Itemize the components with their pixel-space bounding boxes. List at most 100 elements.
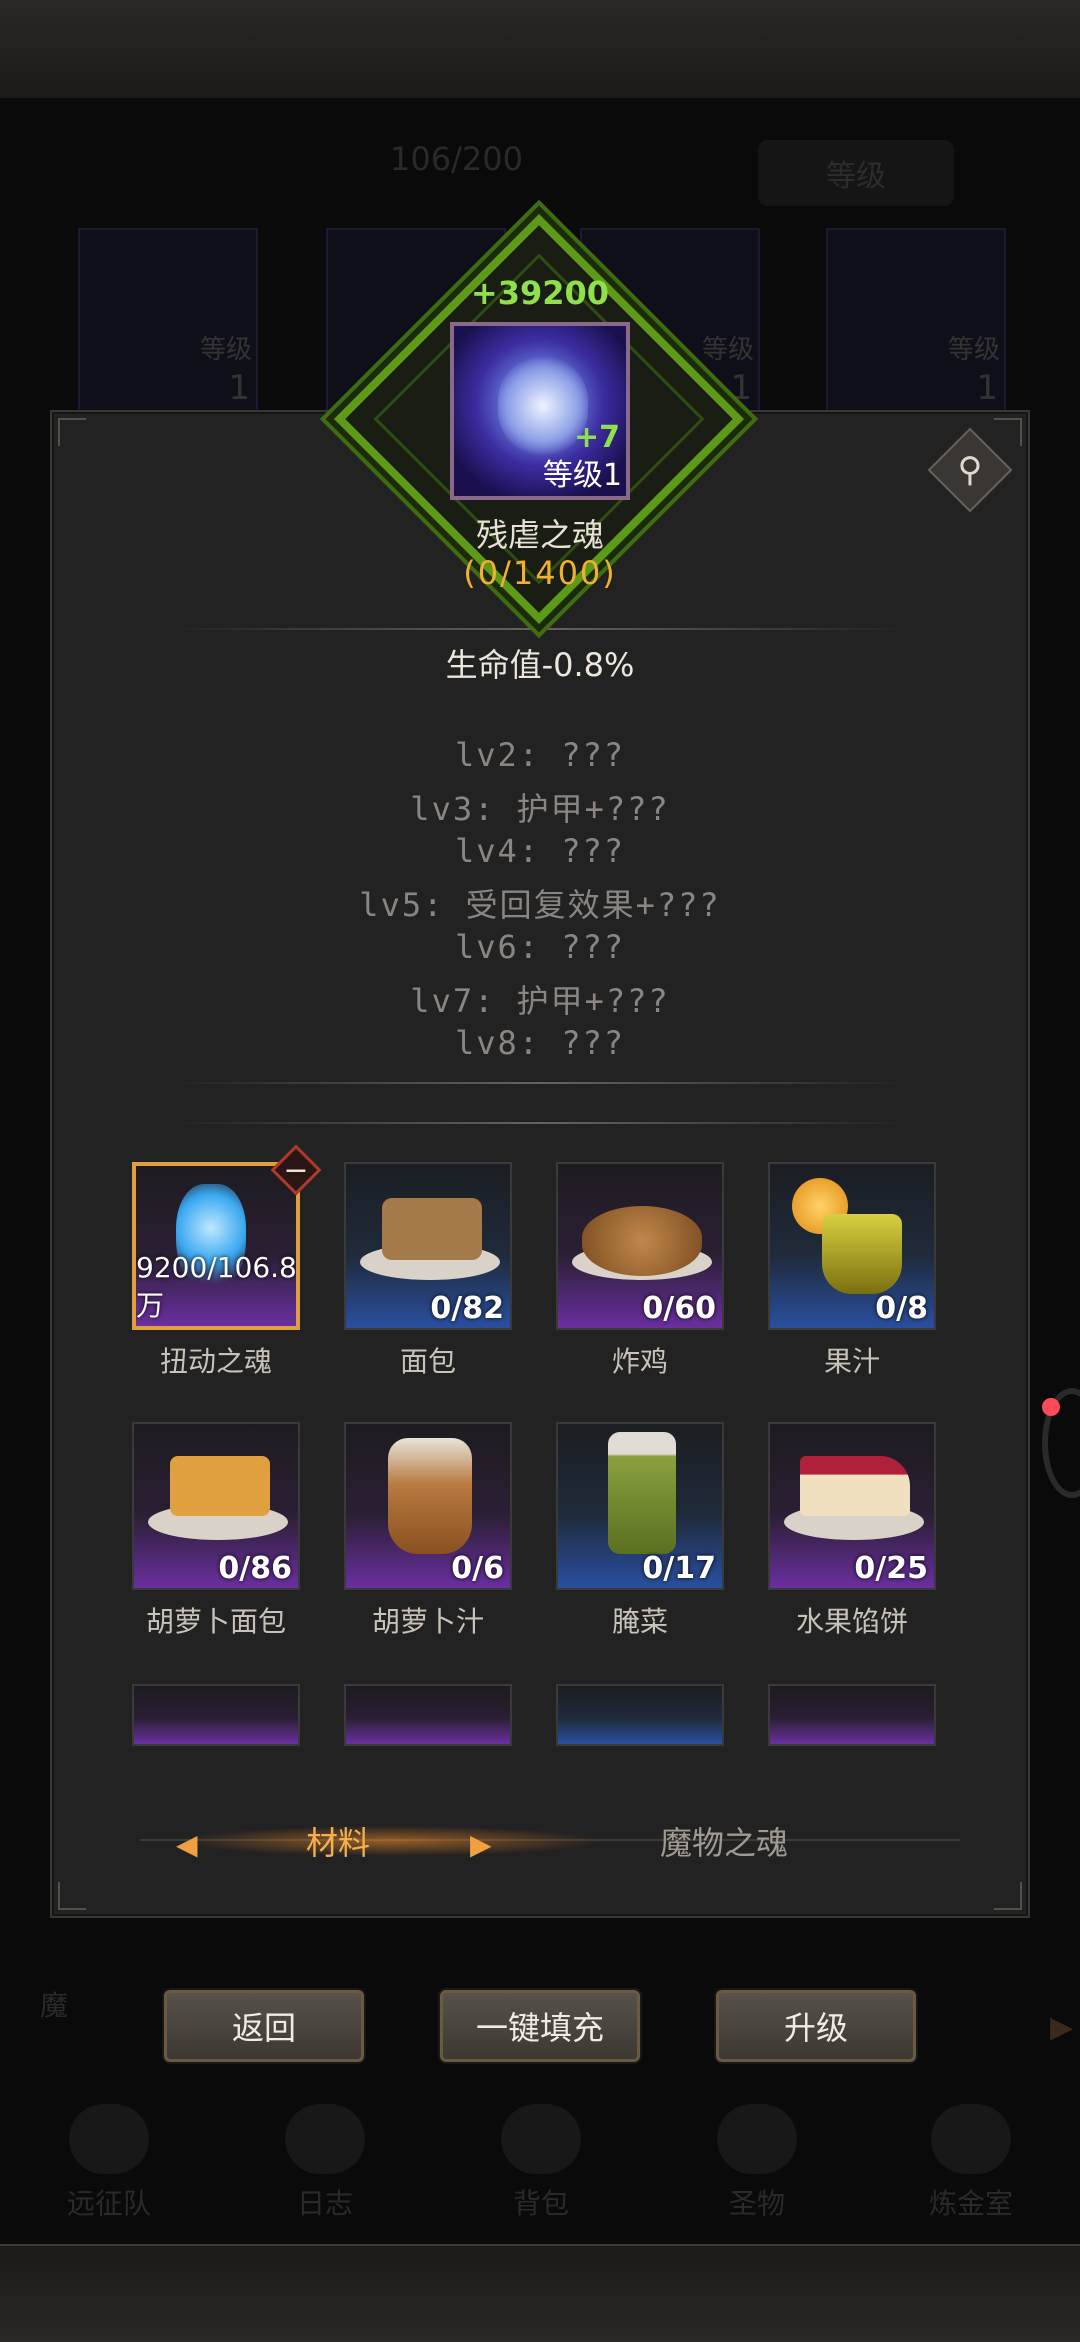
auto-fill-button[interactable]: 一键填充 — [440, 1990, 640, 2062]
divider — [170, 1122, 910, 1124]
bg-nav-label: 日志 — [296, 2187, 353, 2220]
bg-nav-label: 背包 — [512, 2187, 569, 2220]
bg-level-button: 等级 — [758, 140, 954, 206]
arrow-right-icon: ▶ — [470, 1828, 492, 1861]
carrot-bread-icon — [170, 1456, 270, 1516]
bg-nav-log: 日志 — [250, 2102, 400, 2242]
bg-nav-label: 炼金室 — [928, 2187, 1013, 2220]
fruit-pie-icon — [800, 1456, 910, 1516]
bg-soul-card: 等级 1 — [78, 228, 258, 412]
bg-card-num: 1 — [976, 368, 998, 408]
item-slot[interactable]: 0/82 — [344, 1162, 512, 1330]
item-slot[interactable]: 0/25 — [768, 1422, 936, 1590]
top-ornament-bar — [0, 0, 1080, 100]
back-button[interactable]: 返回 — [164, 1990, 364, 2062]
notification-dot — [1042, 1398, 1060, 1416]
item-slot[interactable] — [556, 1684, 724, 1746]
item-slot[interactable]: 9200/106.8万 — [132, 1162, 300, 1330]
juice-cup-icon — [822, 1214, 902, 1294]
corner-ornament — [58, 1882, 86, 1910]
material-item[interactable]: 0/8 果汁 — [768, 1162, 938, 1380]
magnifier-icon: ⚲ — [957, 450, 983, 490]
item-label: 腌菜 — [611, 1605, 668, 1638]
level-effect: lv3: 护甲+??? — [410, 790, 670, 828]
bg-nav-relic: 圣物 — [682, 2102, 832, 2242]
item-count: 9200/106.8万 — [136, 1251, 297, 1322]
fried-chicken-icon — [582, 1206, 702, 1276]
soul-name: 残虐之魂 — [475, 516, 604, 554]
corner-ornament — [994, 1882, 1022, 1910]
tab-materials[interactable]: 材料 — [306, 1818, 370, 1864]
material-item[interactable]: 0/17 腌菜 — [556, 1422, 726, 1640]
item-slot[interactable]: 0/8 — [768, 1162, 936, 1330]
item-count: 0/86 — [218, 1551, 292, 1586]
item-slot[interactable]: 0/60 — [556, 1162, 724, 1330]
material-item-partial[interactable] — [556, 1684, 726, 1746]
item-slot[interactable]: 0/6 — [344, 1422, 512, 1590]
item-label: 胡萝卜汁 — [371, 1605, 484, 1638]
material-item[interactable]: 0/6 胡萝卜汁 — [344, 1422, 514, 1640]
active-tab-glow — [180, 1826, 600, 1856]
pickle-jar-icon — [608, 1432, 676, 1554]
item-slot[interactable] — [344, 1684, 512, 1746]
item-slot[interactable]: 0/86 — [132, 1422, 300, 1590]
bottom-ornament-bar — [0, 2244, 1080, 2342]
material-item-partial[interactable] — [768, 1684, 938, 1746]
bg-nav-bag: 背包 — [466, 2102, 616, 2242]
soul-progress: (0/1400) — [463, 554, 617, 592]
chevron-right-icon: ▶ — [1050, 2010, 1074, 2045]
tab-monster-souls[interactable]: 魔物之魂 — [660, 1818, 788, 1864]
soul-level: 等级1 — [542, 458, 622, 493]
material-item[interactable]: 0/82 面包 — [344, 1162, 514, 1380]
item-count: 0/25 — [854, 1551, 928, 1586]
material-item-partial[interactable] — [344, 1684, 514, 1746]
material-tabs: ◀ ▶ 材料 魔物之魂 — [140, 1812, 960, 1868]
item-count: 0/17 — [642, 1551, 716, 1586]
item-count: 0/82 — [430, 1291, 504, 1326]
material-item[interactable]: 0/86 胡萝卜面包 — [132, 1422, 302, 1640]
minus-icon: − — [283, 1152, 309, 1188]
bg-card-num: 1 — [228, 368, 250, 408]
item-label: 炸鸡 — [611, 1345, 668, 1378]
corner-ornament — [58, 418, 86, 446]
upgrade-button[interactable]: 升级 — [716, 1990, 916, 2062]
bg-nav-alchemy: 炼金室 — [896, 2102, 1046, 2242]
level-effect: lv4: ??? — [454, 832, 626, 870]
material-item-partial[interactable] — [132, 1684, 302, 1746]
level-effect: lv7: 护甲+??? — [410, 982, 670, 1020]
divider — [170, 1082, 910, 1084]
level-effects-list: lv2: ??? lv3: 护甲+??? lv4: ??? lv5: 受回复效果… — [0, 736, 1080, 1072]
bg-nav-label: 圣物 — [728, 2187, 785, 2220]
item-slot[interactable] — [768, 1684, 936, 1746]
item-label: 果汁 — [823, 1345, 880, 1378]
corner-ornament — [994, 418, 1022, 446]
soul-portrait[interactable]: +7 等级1 — [450, 322, 630, 500]
bread-icon — [382, 1198, 482, 1260]
bg-soul-card: 等级 1 — [826, 228, 1006, 412]
material-item[interactable]: 0/25 水果馅饼 — [768, 1422, 938, 1640]
item-slot[interactable]: 0/17 — [556, 1422, 724, 1590]
bg-card-num: 1 — [730, 368, 752, 408]
soul-exp-gain: +39200 — [470, 274, 610, 312]
item-label: 水果馅饼 — [795, 1605, 908, 1638]
pitcher-icon — [388, 1438, 472, 1554]
alchemy-icon — [931, 2104, 1011, 2174]
level-effect: lv2: ??? — [454, 736, 626, 774]
relic-icon — [717, 2104, 797, 2174]
bg-side-tab: 魔 — [40, 1989, 69, 2022]
scroll-icon — [285, 2104, 365, 2174]
material-item[interactable]: 9200/106.8万 扭动之魂 — [132, 1162, 302, 1380]
level-effect: lv8: ??? — [454, 1024, 626, 1062]
item-count: 0/6 — [451, 1551, 504, 1586]
bg-card-label: 等级 — [199, 335, 252, 365]
stat-current-effect: 生命值-0.8% — [445, 646, 635, 684]
arrow-left-icon: ◀ — [176, 1828, 198, 1861]
bg-soul-count: 106/200 — [390, 140, 523, 178]
item-slot[interactable] — [132, 1684, 300, 1746]
level-effect: lv5: 受回复效果+??? — [359, 886, 721, 924]
item-label: 胡萝卜面包 — [145, 1605, 286, 1638]
bg-bottom-nav: 远征队 日志 背包 圣物 炼金室 — [0, 2102, 1080, 2242]
helmet-icon — [69, 2104, 149, 2174]
item-label: 面包 — [399, 1345, 456, 1378]
material-item[interactable]: 0/60 炸鸡 — [556, 1162, 726, 1380]
